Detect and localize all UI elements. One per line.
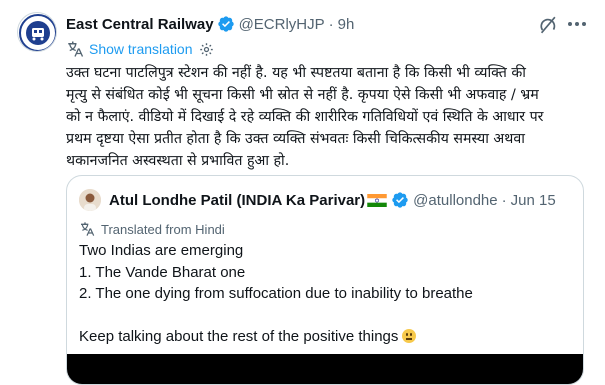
quoted-line-with-emoji: Keep talking about the rest of the posit… — [79, 326, 569, 348]
show-translation-row[interactable]: Show translation — [66, 40, 214, 58]
tweet-line: उक्त घटना पाटलिपुत्र स्टेशन की नहीं है. … — [66, 65, 526, 81]
neutral-face-emoji-icon — [402, 329, 417, 343]
translated-from-row: Translated from Hindi — [79, 220, 225, 238]
quoted-line — [79, 305, 569, 327]
quoted-header: Atul Londhe Patil (INDIA Ka Parivar) @at… — [109, 190, 556, 210]
grok-icon[interactable] — [537, 14, 559, 36]
quoted-tweet-card[interactable]: Atul Londhe Patil (INDIA Ka Parivar) @at… — [66, 175, 584, 385]
author-handle[interactable]: @ECRlyHJP — [239, 16, 325, 33]
verified-badge-icon — [217, 16, 234, 32]
person-avatar-icon — [79, 189, 101, 211]
author-avatar[interactable] — [17, 12, 57, 52]
translate-icon — [81, 222, 95, 236]
quoted-author-handle[interactable]: @atullondhe — [413, 192, 497, 209]
more-options-icon[interactable] — [568, 22, 590, 28]
quoted-author-avatar[interactable] — [79, 189, 101, 211]
quoted-date[interactable]: Jun 15 — [511, 192, 556, 209]
quoted-line: 1. The Vande Bharat one — [79, 263, 246, 281]
india-flag-icon — [367, 193, 387, 207]
translate-icon — [68, 41, 84, 57]
separator-dot: · — [501, 191, 507, 209]
quoted-media-video[interactable] — [67, 354, 583, 384]
verified-badge-icon — [392, 192, 408, 208]
tweet-line: प्रथम दृष्टया ऐसा प्रतीत होता है कि उक्त… — [66, 131, 525, 147]
tweet-body: उक्त घटना पाटलिपुत्र स्टेशन की नहीं है. … — [66, 62, 596, 172]
quoted-line: Keep talking about the rest of the posit… — [79, 328, 399, 345]
tweet-line: थकानजनित अस्वस्थता से प्रभावित हुआ हो. — [66, 153, 290, 169]
tweet-line: को न फैलाएं. वीडियो में दिखाई दे रहे व्य… — [66, 109, 544, 125]
author-name[interactable]: East Central Railway — [66, 16, 214, 33]
railway-logo-icon — [19, 14, 56, 51]
timestamp[interactable]: 9h — [338, 16, 355, 33]
quoted-body: Two Indias are emerging 1. The Vande Bha… — [79, 240, 569, 348]
show-translation-link[interactable]: Show translation — [89, 41, 193, 57]
tweet-line: मृत्यु से संबंधित कोई भी सूचना किसी भी स… — [66, 87, 539, 103]
gear-icon[interactable] — [199, 42, 214, 57]
translated-from-label: Translated from Hindi — [101, 221, 225, 237]
quoted-line: 2. The one dying from suffocation due to… — [79, 285, 473, 302]
separator-dot: · — [328, 15, 334, 33]
tweet-header: East Central Railway @ECRlyHJP · 9h — [66, 14, 354, 34]
quoted-author-name[interactable]: Atul Londhe Patil (INDIA Ka Parivar) — [109, 192, 365, 209]
quoted-line: Two Indias are emerging — [79, 242, 244, 259]
